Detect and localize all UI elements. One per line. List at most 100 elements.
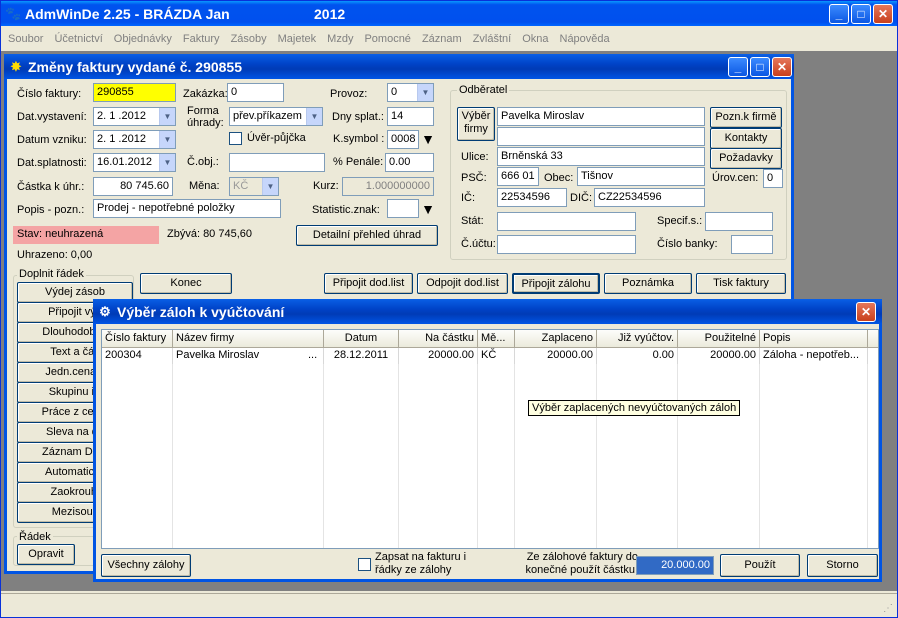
dic-field[interactable]: CZ22534596 (594, 188, 705, 207)
invoice-title: Změny faktury vydané č. 290855 (28, 58, 243, 75)
uver-checkbox[interactable] (229, 132, 242, 145)
col-na-castku[interactable]: Na částku (399, 330, 478, 348)
uver-label: Úvěr-půjčka (247, 132, 306, 144)
pozadavky-button[interactable]: Požadavky (710, 148, 782, 169)
ksymbol-dropdown-icon[interactable]: ▼ (420, 130, 436, 148)
forma-select[interactable]: přev.příkazem ▼ (229, 107, 323, 126)
tisk-faktury-button[interactable]: Tisk faktury (696, 273, 786, 294)
mena-label: Měna: (189, 180, 220, 192)
col-popis[interactable]: Popis (760, 330, 868, 348)
minimize-icon[interactable]: _ (829, 4, 849, 24)
dialog-close-icon[interactable]: ✕ (856, 302, 876, 322)
maximize-icon[interactable]: □ (851, 4, 871, 24)
stat-znak-field[interactable] (387, 199, 419, 218)
table-row[interactable]: 200304 Pavelka Miroslav ... 28.12.2011 2… (102, 348, 868, 364)
prehled-uhrad-button[interactable]: Detailní přehled úhrad (296, 225, 438, 246)
odberatel-label: Odběratel (457, 84, 510, 96)
provoz-select[interactable]: 0 ▼ (387, 83, 434, 102)
obec-field[interactable]: Tišnov (577, 167, 705, 186)
menu-pomocne[interactable]: Pomocné (364, 33, 410, 45)
menu-bar: Soubor Účetnictví Objednávky Faktury Zás… (1, 28, 897, 50)
zakazka-field[interactable]: 0 (227, 83, 284, 102)
chevron-down-icon: ▼ (262, 178, 278, 195)
cobj-field[interactable] (229, 153, 325, 172)
ucet-label: Č.účtu: (461, 238, 496, 250)
pripojit-dodlist-button[interactable]: Připojit dod.list (324, 273, 413, 294)
storno-button[interactable]: Storno (807, 554, 878, 577)
datsplat-label: Dat.splatnosti: (17, 157, 87, 169)
menu-mzdy[interactable]: Mzdy (327, 33, 353, 45)
doplnit-label: Doplnit řádek (17, 268, 86, 280)
stat-znak-dropdown-icon[interactable]: ▼ (420, 200, 436, 218)
dic-label: DIČ: (570, 192, 592, 204)
popis-field[interactable]: Prodej - nepotřebné položky (93, 199, 281, 218)
banka-label: Číslo banky: (657, 238, 718, 250)
menu-zvlastni[interactable]: Zvláštní (473, 33, 512, 45)
menu-faktury[interactable]: Faktury (183, 33, 220, 45)
zapsat-checkbox[interactable] (358, 558, 371, 571)
invoice-maximize-icon[interactable]: □ (750, 57, 770, 77)
datsplat-field[interactable]: 16.01.2012 ▼ (93, 153, 176, 172)
splat-field[interactable]: 14 (387, 107, 434, 126)
zakazka-label: Zakázka: (183, 88, 228, 100)
banka-field[interactable] (731, 235, 773, 254)
specif-label: Specif.s.: (657, 215, 703, 227)
menu-soubor[interactable]: Soubor (8, 33, 43, 45)
invoice-icon: ✸ (10, 59, 22, 74)
pouzit-button[interactable]: Použít (720, 554, 800, 577)
vyber-firmy-button[interactable]: Výběr firmy (457, 107, 495, 141)
opravit-button[interactable]: Opravit (17, 544, 75, 565)
menu-zaznam[interactable]: Záznam (422, 33, 462, 45)
poznamka-button[interactable]: Poznámka (604, 273, 692, 294)
ksymbol-field[interactable]: 0008 (387, 130, 419, 149)
app-titlebar: 🐾 AdmWinDe 2.25 - BRÁZDA Jan 2012 _ □ ✕ (1, 1, 897, 26)
pripojit-zalohu-button[interactable]: Připojit zálohu (512, 273, 600, 294)
col-nazev[interactable]: Název firmy (173, 330, 324, 348)
menu-ucetnictvi[interactable]: Účetnictví (54, 33, 102, 45)
cobj-label: Č.obj.: (187, 156, 219, 168)
zalohy-dialog: ⚙ Výběr záloh k vyúčtování ✕ Číslo faktu… (93, 299, 882, 582)
menu-majetek[interactable]: Majetek (278, 33, 317, 45)
col-extra (868, 330, 878, 348)
col-jiz-vyuctov[interactable]: Již vyúčtov. (597, 330, 678, 348)
ksymbol-label: K.symbol : (333, 133, 385, 145)
penale-field[interactable]: 0.00 (385, 153, 434, 172)
invoice-close-icon[interactable]: ✕ (772, 57, 792, 77)
firma-name-field[interactable]: Pavelka Miroslav (497, 107, 705, 126)
ucet-field[interactable] (497, 235, 636, 254)
castka-field[interactable]: 80 745.60 (93, 177, 173, 196)
status-bar (1, 593, 897, 617)
col-pouzitelne[interactable]: Použitelné (678, 330, 760, 348)
mena-select[interactable]: KČ ▼ (229, 177, 279, 196)
ic-field[interactable]: 22534596 (497, 188, 567, 207)
kontakty-button[interactable]: Kontakty (710, 128, 782, 149)
chevron-down-icon: ▼ (417, 84, 433, 101)
odpojit-dodlist-button[interactable]: Odpojit dod.list (417, 273, 508, 294)
col-mena[interactable]: Mě... (478, 330, 515, 348)
col-datum[interactable]: Datum (324, 330, 399, 348)
close-icon[interactable]: ✕ (873, 4, 893, 24)
castka-dialog-field[interactable]: 20.000.00 (636, 556, 714, 575)
menu-okna[interactable]: Okna (522, 33, 548, 45)
firma-name2-field[interactable] (497, 127, 705, 146)
pozn-firme-button[interactable]: Pozn.k firmě (710, 107, 782, 128)
stat-field[interactable] (497, 212, 636, 231)
zapsat-label: Zapsat na fakturu i řádky ze zálohy (375, 551, 467, 576)
col-zaplaceno[interactable]: Zaplaceno (515, 330, 597, 348)
konec-button[interactable]: Konec (140, 273, 232, 294)
cislo-field[interactable]: 290855 (93, 83, 176, 102)
vystaveni-field[interactable]: 2. 1 .2012 ▼ (93, 107, 176, 126)
specif-field[interactable] (705, 212, 773, 231)
resize-grip-icon[interactable]: ⋰ (883, 603, 893, 614)
menu-zasoby[interactable]: Zásoby (231, 33, 267, 45)
chevron-down-icon: ▼ (306, 108, 322, 125)
vzniku-field[interactable]: 2. 1 .2012 ▼ (93, 130, 176, 149)
vsechny-zalohy-button[interactable]: Všechny zálohy (101, 554, 191, 577)
col-cislo[interactable]: Číslo faktury (102, 330, 173, 348)
psc-field[interactable]: 666 01 (497, 167, 539, 186)
uroven-field[interactable]: 0 (763, 169, 783, 188)
ulice-field[interactable]: Brněnská 33 (497, 147, 705, 166)
menu-napoveda[interactable]: Nápověda (560, 33, 610, 45)
menu-objednavky[interactable]: Objednávky (114, 33, 172, 45)
invoice-minimize-icon[interactable]: _ (728, 57, 748, 77)
